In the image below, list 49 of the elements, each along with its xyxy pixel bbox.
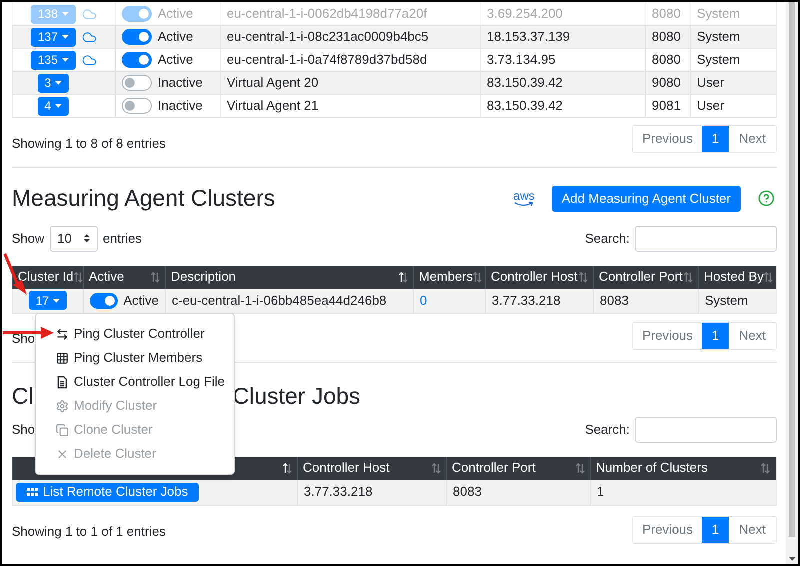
- column-label: Cluster Id: [18, 268, 74, 286]
- show-label: Sho: [12, 420, 36, 439]
- entries-label: entries: [103, 230, 142, 248]
- status-cell: Inactive: [115, 95, 220, 117]
- section-title: Measuring Agent Clusters: [12, 187, 276, 210]
- table-cell: 3.77.33.218: [485, 288, 593, 312]
- id-dropdown-button[interactable]: 135: [30, 50, 76, 70]
- menu-item[interactable]: Ping Cluster Controller: [36, 322, 234, 346]
- search-label: Search:: [585, 230, 630, 248]
- column-label: Number of Clusters: [596, 459, 708, 478]
- list-jobs-button[interactable]: List Remote Cluster Jobs: [16, 482, 200, 502]
- column-label: Controller Port: [452, 459, 536, 478]
- table-cell: 83.150.39.42: [480, 95, 645, 117]
- menu-item[interactable]: Ping Cluster Members: [36, 346, 234, 370]
- column-label: Members: [419, 268, 474, 286]
- show-label: Show: [12, 230, 45, 248]
- add-cluster-button[interactable]: Add Measuring Agent Cluster: [552, 186, 741, 212]
- table-cell: 9081: [645, 95, 690, 117]
- table-cell: User: [690, 95, 775, 117]
- page-button[interactable]: 1: [702, 126, 730, 152]
- table-cell: System: [698, 288, 775, 312]
- status-cell: Active: [83, 288, 165, 312]
- column-label: Controller Host: [303, 459, 390, 478]
- page-size-select[interactable]: 10: [50, 226, 98, 252]
- id-dropdown-button[interactable]: 17: [28, 291, 68, 310]
- column-label: Description: [171, 268, 236, 286]
- column-label: Hosted By: [704, 268, 764, 286]
- table-cell: 1: [590, 480, 775, 504]
- column-label: Active: [89, 268, 124, 286]
- section-title: Cluster Jobs: [232, 384, 361, 408]
- members-link[interactable]: 0: [420, 290, 428, 310]
- table-cell: Virtual Agent 21: [220, 95, 480, 117]
- menu-item[interactable]: Cluster Controller Log File: [36, 370, 234, 394]
- column-label: Controller Host: [491, 268, 578, 286]
- column-label: Controller Port: [599, 268, 683, 286]
- entries-info: Showing 1 to 1 of 1 entries: [12, 522, 166, 541]
- table-cell: 8083: [593, 288, 698, 312]
- search-label: Search:: [585, 420, 630, 439]
- entries-info: Sho: [12, 330, 36, 348]
- section-title: Cl: [12, 384, 34, 408]
- entries-info: Showing 1 to 8 of 8 entries: [12, 135, 166, 153]
- id-dropdown-button[interactable]: 3: [38, 74, 70, 92]
- aws-logo: aws: [514, 190, 535, 207]
- table-cell: 8083: [446, 480, 590, 504]
- page-button[interactable]: 1: [702, 322, 730, 348]
- id-dropdown-button[interactable]: 137: [30, 28, 76, 46]
- page-button[interactable]: 1: [702, 516, 730, 542]
- id-dropdown-button[interactable]: 4: [38, 96, 70, 116]
- table-cell: 3.77.33.218: [297, 480, 446, 504]
